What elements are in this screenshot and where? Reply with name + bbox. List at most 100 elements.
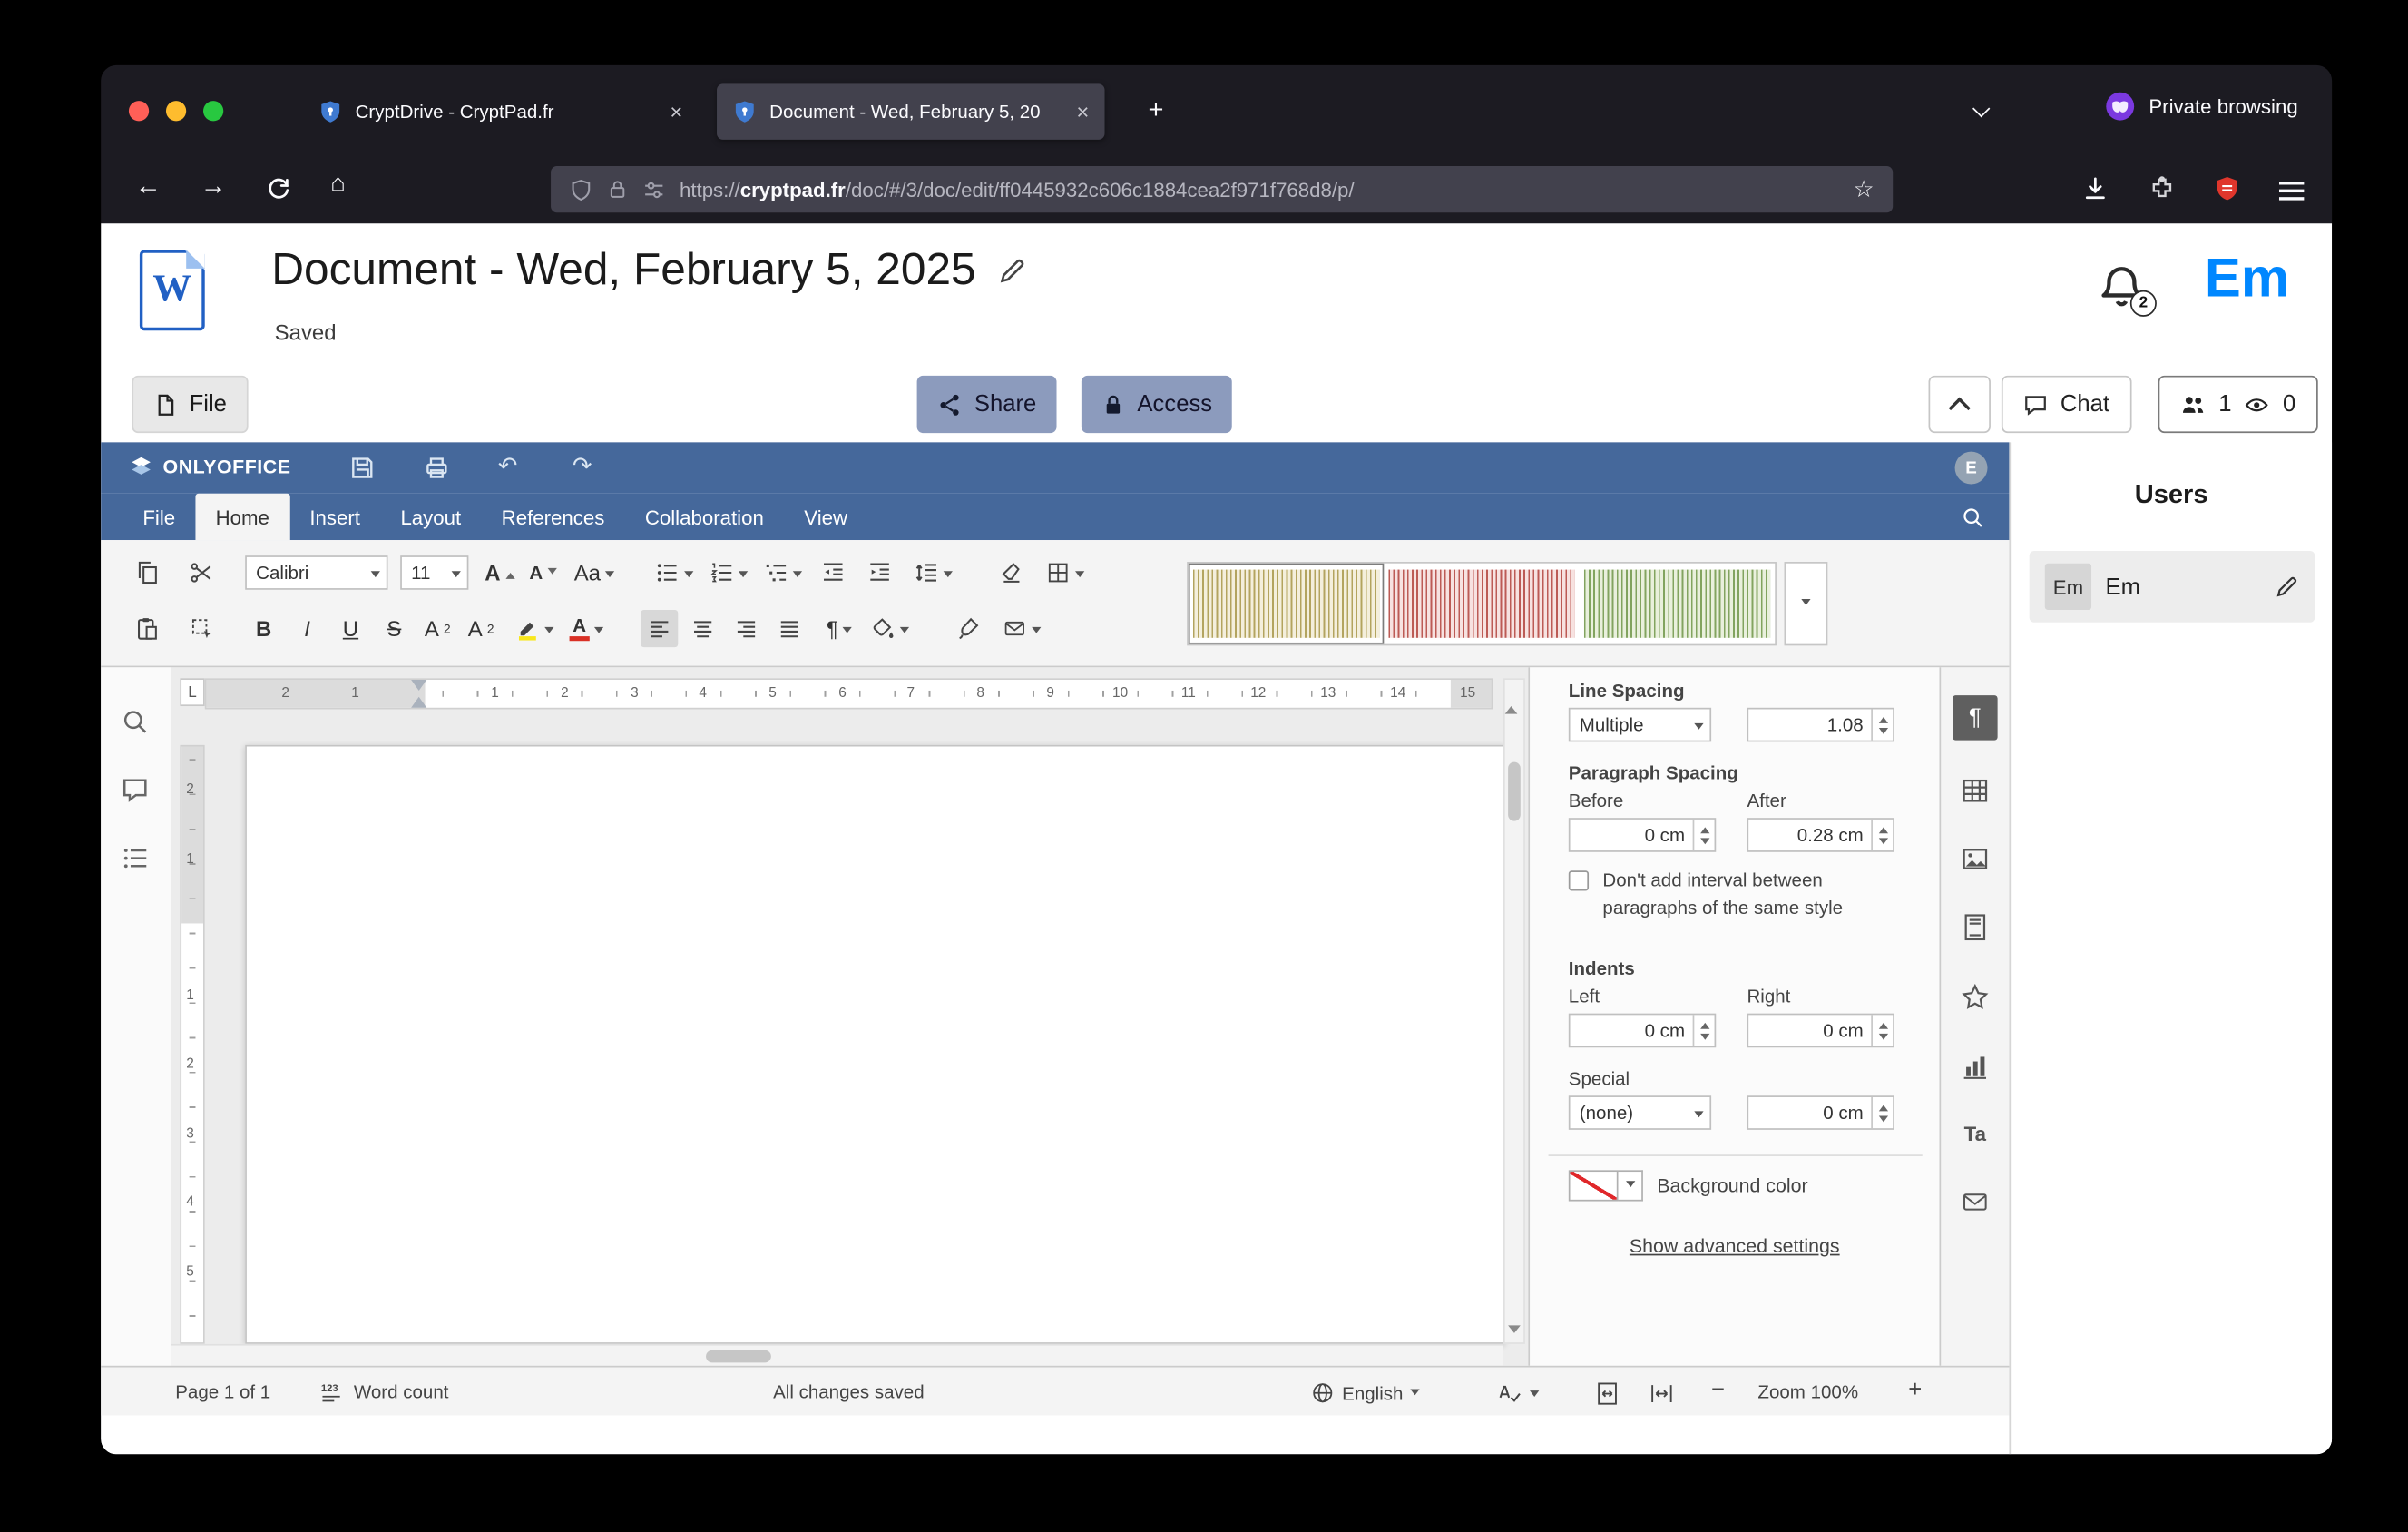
superscript-button[interactable]: A2: [419, 610, 456, 647]
spinner-arrows[interactable]: [1871, 709, 1893, 740]
numbered-list-icon[interactable]: [706, 554, 751, 591]
downloads-button[interactable]: [2082, 175, 2109, 201]
access-button[interactable]: Access: [1082, 376, 1232, 433]
text-art-settings-tab[interactable]: Ta: [1964, 1122, 1986, 1145]
align-left-button[interactable]: [641, 610, 678, 647]
paragraph-style-preview-3[interactable]: [1580, 564, 1775, 644]
notifications-bell-icon[interactable]: 2: [2098, 260, 2146, 311]
user-list-item[interactable]: Em Em: [2030, 551, 2315, 623]
background-color-swatch[interactable]: [1569, 1170, 1619, 1201]
fit-page-icon[interactable]: [1595, 1381, 1620, 1406]
navigation-headings-icon[interactable]: [121, 844, 149, 872]
shading-bucket-icon[interactable]: [867, 610, 913, 647]
line-spacing-icon[interactable]: [911, 554, 956, 591]
table-settings-tab[interactable]: [1961, 776, 1990, 805]
bookmark-star-icon[interactable]: ☆: [1854, 175, 1875, 203]
list-tabs-chevron-icon[interactable]: [1975, 103, 1988, 115]
scroll-up-arrow[interactable]: [1505, 673, 1518, 713]
tab-cryptdrive[interactable]: CryptDrive - CryptPad.fr ×: [302, 83, 698, 140]
forward-button[interactable]: →: [201, 171, 227, 201]
minimize-window-button[interactable]: [166, 101, 186, 121]
chart-settings-tab[interactable]: [1961, 1052, 1990, 1081]
font-size-select[interactable]: 11: [400, 555, 468, 590]
line-spacing-select[interactable]: Multiple: [1569, 708, 1711, 742]
editor-search-icon[interactable]: [1961, 506, 1984, 529]
copy-icon[interactable]: [129, 554, 166, 591]
font-name-select[interactable]: Calibri: [245, 555, 387, 590]
font-color-icon[interactable]: A: [566, 610, 606, 647]
chat-button[interactable]: Chat: [2002, 376, 2131, 433]
decrease-indent-icon[interactable]: [815, 554, 852, 591]
spinner-arrows[interactable]: [1871, 820, 1893, 850]
strikethrough-button[interactable]: S: [376, 610, 413, 647]
shape-settings-tab[interactable]: [1961, 982, 1990, 1011]
print-icon[interactable]: [424, 455, 450, 481]
new-tab-button[interactable]: +: [1137, 92, 1174, 129]
word-count-icon[interactable]: 123: [318, 1381, 345, 1405]
paragraph-style-preview-1[interactable]: [1189, 564, 1384, 644]
home-button[interactable]: ⌂: [330, 171, 346, 199]
align-right-button[interactable]: [728, 610, 765, 647]
indent-left-spinner[interactable]: 0 cm: [1569, 1014, 1716, 1048]
address-bar[interactable]: https://cryptpad.fr/doc/#/3/doc/edit/ff0…: [551, 166, 1893, 212]
back-button[interactable]: ←: [135, 171, 162, 201]
highlight-color-icon[interactable]: [512, 610, 557, 647]
bold-button[interactable]: B: [245, 610, 282, 647]
horizontal-scroll-thumb[interactable]: [706, 1350, 771, 1363]
share-button[interactable]: Share: [917, 376, 1057, 433]
underline-button[interactable]: U: [332, 610, 369, 647]
fit-width-icon[interactable]: [1649, 1381, 1674, 1406]
adblocker-icon[interactable]: [2214, 175, 2240, 201]
first-line-indent-marker[interactable]: [411, 680, 426, 691]
close-window-button[interactable]: [129, 101, 149, 121]
justify-button[interactable]: [771, 610, 808, 647]
menu-collaboration[interactable]: Collaboration: [625, 494, 784, 540]
indent-right-spinner[interactable]: 0 cm: [1747, 1014, 1894, 1048]
subscript-button[interactable]: A2: [463, 610, 500, 647]
rename-pencil-icon[interactable]: [998, 256, 1027, 285]
borders-icon[interactable]: [1042, 554, 1088, 591]
no-interval-checkbox[interactable]: [1569, 870, 1589, 890]
menu-references[interactable]: References: [481, 494, 624, 540]
document-page[interactable]: [245, 745, 1505, 1344]
participants-button[interactable]: 1 0: [2158, 376, 2318, 433]
permissions-icon[interactable]: [642, 178, 666, 201]
comments-icon[interactable]: [121, 776, 149, 804]
menu-file[interactable]: File: [122, 494, 195, 540]
paragraph-settings-tab[interactable]: ¶: [1953, 695, 1998, 741]
menu-view[interactable]: View: [784, 494, 867, 540]
cut-scissors-icon[interactable]: [183, 554, 220, 591]
language-selector[interactable]: English: [1311, 1381, 1420, 1405]
mail-merge-icon[interactable]: [999, 610, 1044, 647]
editor-user-avatar[interactable]: E: [1955, 452, 1988, 485]
word-count-label[interactable]: Word count: [354, 1381, 449, 1403]
image-settings-tab[interactable]: [1961, 844, 1990, 873]
spacing-after-spinner[interactable]: 0.28 cm: [1747, 818, 1894, 852]
spinner-arrows[interactable]: [1871, 1015, 1893, 1046]
menu-layout[interactable]: Layout: [380, 494, 481, 540]
styles-gallery-expand-button[interactable]: [1785, 562, 1828, 645]
edit-name-pencil-icon[interactable]: [2275, 574, 2299, 599]
paragraph-style-preview-2[interactable]: [1384, 564, 1579, 644]
background-color-dropdown[interactable]: [1619, 1170, 1643, 1201]
header-footer-settings-tab[interactable]: [1961, 912, 1990, 941]
bullet-list-icon[interactable]: [651, 554, 697, 591]
spacing-before-spinner[interactable]: 0 cm: [1569, 818, 1716, 852]
spell-check-icon[interactable]: [1497, 1381, 1539, 1406]
clear-style-icon[interactable]: [994, 554, 1031, 591]
decrease-font-size-icon[interactable]: A: [524, 554, 562, 591]
italic-button[interactable]: I: [289, 610, 326, 647]
zoom-out-button[interactable]: −: [1711, 1377, 1725, 1403]
close-tab-icon[interactable]: ×: [1064, 99, 1090, 123]
tab-document[interactable]: Document - Wed, February 5, 20 ×: [717, 83, 1105, 140]
paste-icon[interactable]: [129, 610, 166, 647]
align-center-button[interactable]: [684, 610, 721, 647]
tracking-protection-shield-icon[interactable]: [570, 178, 593, 201]
advanced-settings-link[interactable]: Show advanced settings: [1530, 1235, 1939, 1257]
save-icon[interactable]: [349, 455, 376, 481]
page-indicator[interactable]: Page 1 of 1: [175, 1381, 270, 1403]
nonprinting-characters-icon[interactable]: ¶: [821, 610, 858, 647]
app-menu-hamburger-icon[interactable]: [2279, 177, 2304, 205]
increase-indent-icon[interactable]: [861, 554, 898, 591]
file-button[interactable]: File: [132, 376, 249, 433]
